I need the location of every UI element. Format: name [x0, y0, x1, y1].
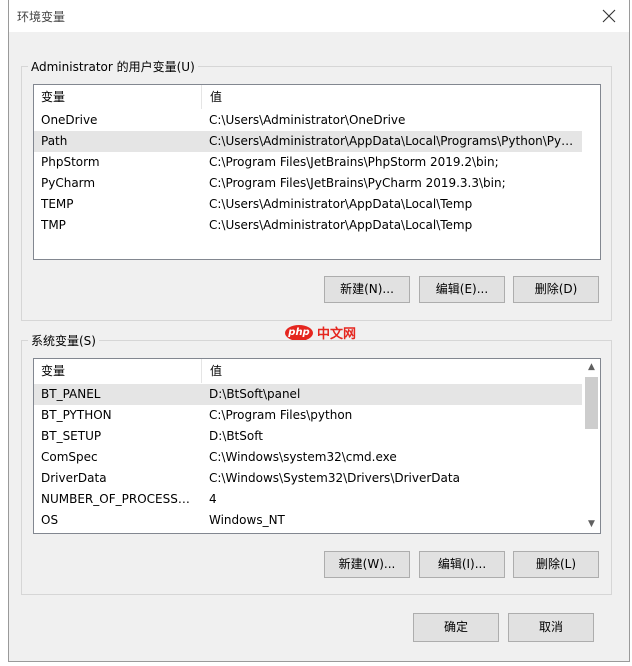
system-list-scrollbar[interactable]: ▲ ▼	[583, 359, 600, 533]
variable-name-cell: Path	[41, 134, 68, 148]
user-variables-list[interactable]: 变量 值 OneDrive C:\Users\Administrator\OneD…	[33, 84, 601, 260]
table-row[interactable]: OneDrive C:\Users\Administrator\OneDrive	[34, 110, 582, 131]
user-list-header: 变量 值	[34, 85, 600, 109]
table-row[interactable]: NUMBER_OF_PROCESSORS 4	[34, 489, 582, 510]
variable-name-cell: PhpStorm	[41, 155, 100, 169]
variable-name-cell: NUMBER_OF_PROCESSORS	[41, 492, 199, 506]
table-row[interactable]: PyCharm C:\Program Files\JetBrains\PyChar…	[34, 173, 582, 194]
variable-value-cell: C:\Program Files\python	[209, 408, 353, 422]
table-row[interactable]: TEMP C:\Users\Administrator\AppData\Local…	[34, 194, 582, 215]
close-button[interactable]	[597, 4, 621, 28]
table-row[interactable]: ComSpec C:\Windows\system32\cmd.exe	[34, 447, 582, 468]
user-edit-button[interactable]: 编辑(E)...	[419, 276, 505, 303]
column-header-value[interactable]: 值	[203, 359, 582, 383]
table-row[interactable]: TMP C:\Users\Administrator\AppData\Local\…	[34, 215, 582, 236]
chevron-down-icon[interactable]: ▼	[583, 516, 600, 533]
variable-value-cell: C:\Program Files\JetBrains\PhpStorm 2019…	[209, 155, 499, 169]
php-logo: php	[285, 324, 313, 341]
variable-name-cell: ComSpec	[41, 450, 98, 464]
variable-name-cell: BT_SETUP	[41, 429, 102, 443]
variable-name-cell: OS	[41, 513, 59, 527]
ok-button[interactable]: 确定	[413, 613, 499, 642]
table-row[interactable]: BT_PYTHON C:\Program Files\python	[34, 405, 582, 426]
variable-value-cell: C:\Users\Administrator\AppData\Local\Pro…	[209, 134, 574, 148]
variable-value-cell: C:\Windows\system32\cmd.exe	[209, 450, 397, 464]
variable-value-cell: D:\BtSoft	[209, 429, 263, 443]
variable-value-cell: C:\Program Files\JetBrains\PyCharm 2019.…	[209, 176, 506, 190]
variable-name-cell: TMP	[41, 218, 66, 232]
variable-name-cell: OneDrive	[41, 113, 98, 127]
variable-name-cell: DriverData	[41, 471, 107, 485]
system-list-rows: BT_PANEL D:\BtSoft\panel BT_PYTHON C:\Progr…	[34, 384, 582, 531]
user-new-button[interactable]: 新建(N)...	[324, 276, 410, 303]
column-header-variable[interactable]: 变量	[34, 85, 202, 109]
chevron-up-icon[interactable]: ▲	[583, 359, 600, 376]
dialog-title: 环境变量	[17, 10, 66, 24]
close-icon	[602, 9, 616, 23]
cancel-button[interactable]: 取消	[508, 613, 594, 642]
column-header-value[interactable]: 值	[203, 85, 582, 109]
variable-name-cell: PyCharm	[41, 176, 96, 190]
variable-value-cell: C:\Users\Administrator\AppData\Local\Tem…	[209, 197, 473, 211]
table-row[interactable]: BT_PANEL D:\BtSoft\panel	[34, 384, 582, 405]
title-bar: 环境变量	[9, 0, 629, 32]
column-header-variable[interactable]: 变量	[34, 359, 202, 383]
variable-value-cell: C:\Users\Administrator\AppData\Local\Tem…	[209, 218, 473, 232]
variable-name-cell: TEMP	[41, 197, 74, 211]
system-list-header: 变量 值	[34, 359, 600, 383]
table-row[interactable]: OS Windows_NT	[34, 510, 582, 531]
table-row[interactable]: BT_SETUP D:\BtSoft	[34, 426, 582, 447]
variable-value-cell: 4	[209, 492, 217, 506]
system-delete-button[interactable]: 删除(L)	[513, 551, 599, 578]
variable-value-cell: C:\Windows\System32\Drivers\DriverData	[209, 471, 460, 485]
table-row[interactable]: Path C:\Users\Administrator\AppData\Local…	[34, 131, 582, 152]
user-list-scrollbar[interactable]	[583, 85, 600, 259]
variable-value-cell: C:\Users\Administrator\OneDrive	[209, 113, 406, 127]
user-delete-button[interactable]: 删除(D)	[513, 276, 599, 303]
variable-name-cell: BT_PANEL	[41, 387, 101, 401]
table-row[interactable]: DriverData C:\Windows\System32\Drivers\Dr…	[34, 468, 582, 489]
user-variables-label: Administrator 的用户变量(U)	[28, 58, 198, 75]
variable-value-cell: D:\BtSoft\panel	[209, 387, 301, 401]
environment-variables-dialog: 环境变量 Administrator 的用户变量(U) 变量 值 OneDriv…	[8, 0, 630, 662]
system-variables-list[interactable]: 变量 值 BT_PANEL D:\BtSoft\panel BT_PYTHON C:\…	[33, 358, 601, 534]
scrollbar-thumb[interactable]	[585, 377, 598, 429]
system-edit-button[interactable]: 编辑(I)...	[419, 551, 505, 578]
system-new-button[interactable]: 新建(W)...	[324, 551, 410, 578]
variable-name-cell: BT_PYTHON	[41, 408, 112, 422]
variable-value-cell: Windows_NT	[209, 513, 285, 527]
system-variables-label: 系统变量(S)	[28, 332, 99, 349]
table-row[interactable]: PhpStorm C:\Program Files\JetBrains\PhpSt…	[34, 152, 582, 173]
user-list-rows: OneDrive C:\Users\Administrator\OneDrive P…	[34, 110, 582, 236]
